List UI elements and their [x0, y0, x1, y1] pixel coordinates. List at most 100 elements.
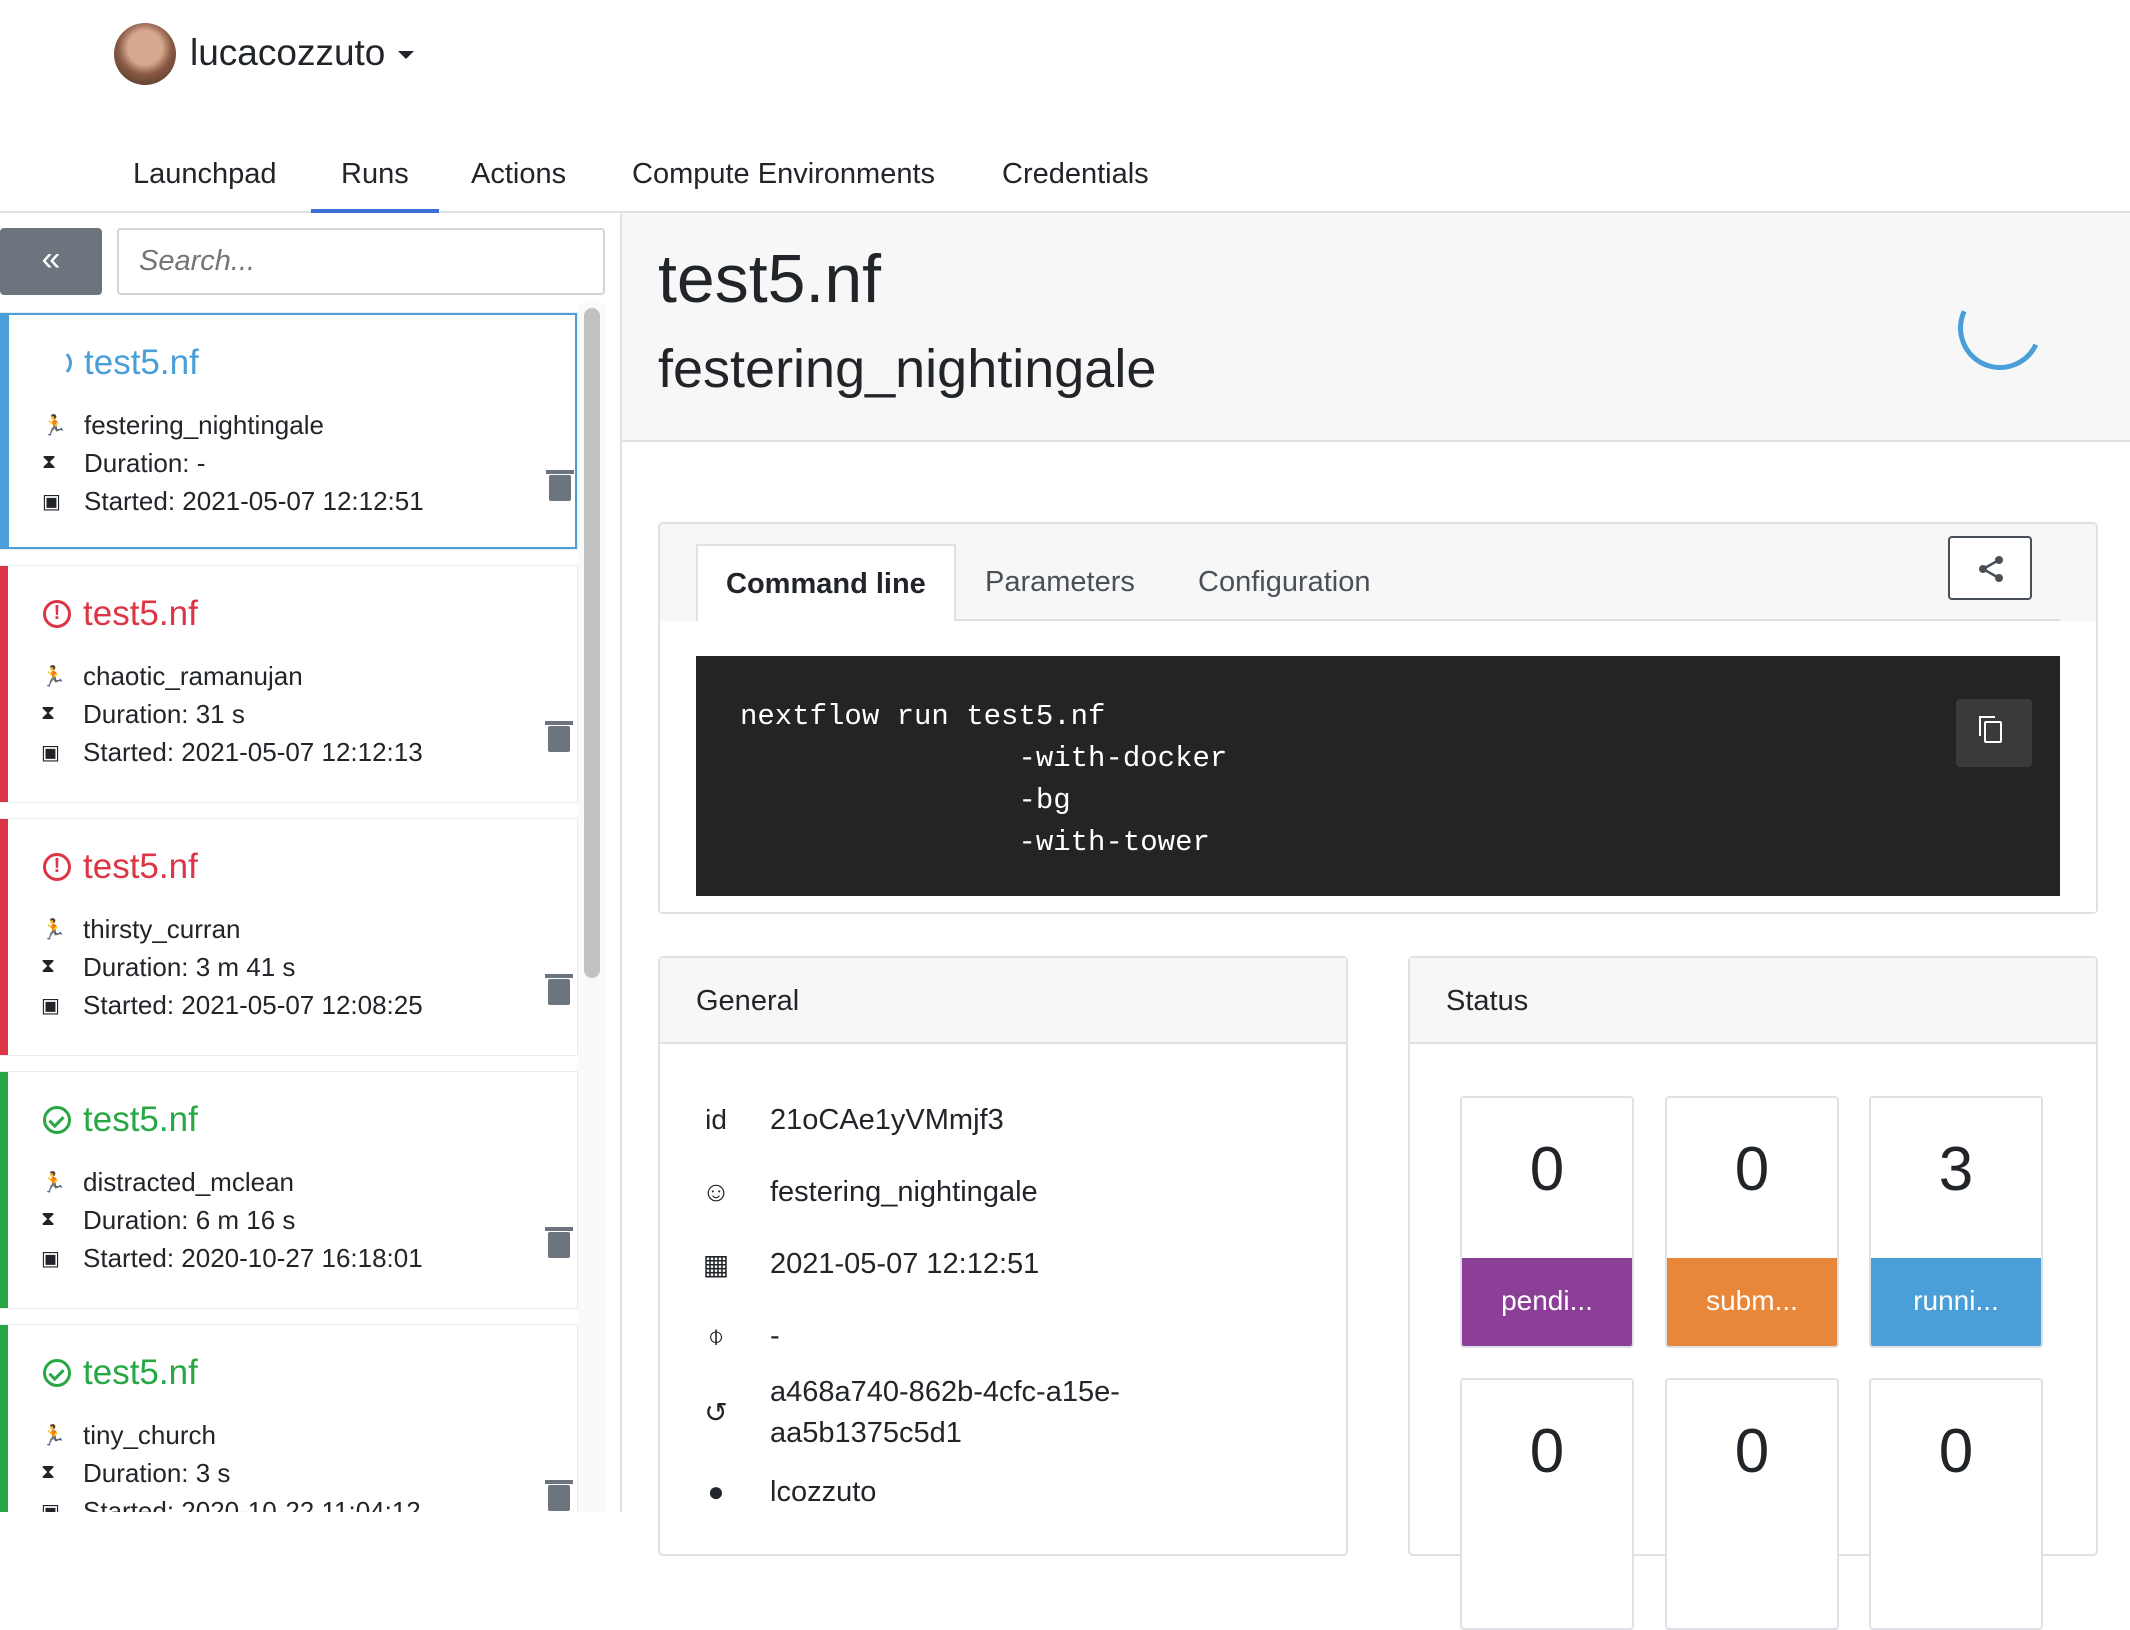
status-count: 0	[1529, 1135, 1565, 1204]
error-icon	[43, 600, 71, 628]
share-icon	[1979, 556, 2003, 582]
run-item[interactable]: test5.nf 🏃 festering_nightingale ⧗ Durat…	[0, 313, 577, 549]
status-label: pendi...	[1462, 1258, 1632, 1346]
run-name-subtitle: festering_nightingale	[658, 339, 1157, 399]
run-name: thirsty_curran	[83, 914, 241, 944]
check-circle-icon	[43, 1359, 71, 1387]
run-name-icon: 🏃	[41, 666, 66, 688]
run-id: 21oCAe1yVMmjf3	[770, 1104, 1004, 1136]
session-id-line2: aa5b1375c5d1	[770, 1417, 962, 1449]
run-title: test5.nf	[83, 847, 198, 886]
caret-down-icon[interactable]	[398, 51, 414, 59]
page-title: test5.nf	[658, 241, 882, 317]
collapse-sidebar-button[interactable]: «	[0, 228, 102, 295]
hourglass-icon: ⧗	[41, 1208, 56, 1230]
run-duration: Duration: 3 s	[83, 1458, 231, 1488]
run-title: test5.nf	[84, 343, 199, 382]
revision-value: -	[770, 1320, 780, 1352]
run-name-icon: 🏃	[42, 415, 67, 437]
tab-compute-environments[interactable]: Compute Environments	[632, 158, 935, 191]
check-circle-icon	[43, 1106, 71, 1134]
running-spinner-icon	[44, 349, 72, 377]
run-started: Started: 2021-05-07 12:12:51	[84, 486, 424, 516]
calendar-icon: ▣	[41, 742, 60, 764]
tab-launchpad[interactable]: Launchpad	[133, 158, 277, 191]
status-count: 0	[1734, 1417, 1770, 1486]
hourglass-icon: ⧗	[42, 451, 57, 473]
hourglass-icon: ⧗	[41, 955, 56, 977]
user-icon: ●	[707, 1476, 725, 1507]
run-started: Started: 2021-05-07 12:08:25	[83, 990, 423, 1020]
run-title: test5.nf	[83, 1100, 198, 1139]
search-input[interactable]	[117, 228, 605, 295]
top-bar: lucacozzuto	[0, 0, 2130, 110]
run-started: Started: 2021-05-07 12:12:13	[83, 737, 423, 767]
error-icon	[43, 853, 71, 881]
status-count: 0	[1734, 1135, 1770, 1204]
general-card-header: General	[660, 958, 1346, 1044]
status-count: 0	[1938, 1417, 1974, 1486]
run-name-icon: 🏃	[41, 1425, 66, 1447]
run-date: 2021-05-07 12:12:51	[770, 1248, 1040, 1280]
tab-command-line[interactable]: Command line	[696, 544, 956, 621]
tab-parameters[interactable]: Parameters	[985, 544, 1135, 621]
calendar-icon: ▣	[41, 995, 60, 1017]
history-icon: ↺	[704, 1397, 728, 1428]
hourglass-icon: ⧗	[41, 1461, 56, 1483]
run-title: test5.nf	[83, 1353, 198, 1392]
id-label: id	[705, 1104, 727, 1135]
tab-runs[interactable]: Runs	[311, 158, 439, 213]
status-count: 3	[1938, 1135, 1974, 1204]
run-name-icon: 🏃	[41, 1172, 66, 1194]
main-nav: Launchpad Runs Actions Compute Environme…	[0, 140, 2130, 213]
user-menu-name[interactable]: lucacozzuto	[190, 32, 385, 74]
status-failed: 0	[1869, 1378, 2043, 1630]
run-name-value: festering_nightingale	[770, 1176, 1038, 1208]
trash-icon[interactable]	[545, 974, 573, 1005]
run-started: Started: 2020-10-22 11:04:12	[83, 1496, 421, 1512]
run-duration: Duration: -	[84, 448, 206, 478]
scrollbar-thumb[interactable]	[584, 308, 600, 978]
status-pending: 0 pendi...	[1460, 1096, 1634, 1348]
status-count: 0	[1529, 1417, 1565, 1486]
run-duration: Duration: 6 m 16 s	[83, 1205, 296, 1235]
run-item[interactable]: test5.nf 🏃 tiny_church ⧗ Duration: 3 s ▣…	[0, 1325, 577, 1512]
run-started: Started: 2020-10-27 16:18:01	[83, 1243, 423, 1273]
trash-icon[interactable]	[545, 1227, 573, 1258]
share-button[interactable]	[1948, 536, 2032, 600]
hourglass-icon: ⧗	[41, 702, 56, 724]
run-name-icon: 🏃	[41, 919, 66, 941]
status-submitted: 0 subm...	[1665, 1096, 1839, 1348]
trash-icon[interactable]	[545, 1480, 573, 1511]
commit-icon: ⌽	[707, 1320, 725, 1351]
status-cached: 0	[1665, 1378, 1839, 1630]
tab-configuration[interactable]: Configuration	[1198, 544, 1371, 621]
calendar-icon: ▣	[41, 1248, 60, 1270]
user-value: lcozzuto	[770, 1476, 877, 1508]
copy-button[interactable]	[1956, 699, 2032, 767]
status-succeeded: 0	[1460, 1378, 1634, 1630]
run-title: test5.nf	[83, 594, 198, 633]
mask-icon: ☺	[701, 1176, 731, 1207]
trash-icon[interactable]	[546, 470, 574, 501]
general-card: General id 21oCAe1yVMmjf3 ☺ festering_ni…	[658, 956, 1348, 1556]
tab-actions[interactable]: Actions	[471, 158, 566, 191]
calendar-icon: ▣	[41, 1501, 60, 1512]
tab-credentials[interactable]: Credentials	[1002, 158, 1149, 191]
run-name: festering_nightingale	[84, 410, 324, 440]
runs-sidebar: « test5.nf 🏃 festering_nightingale ⧗ Dur…	[0, 213, 622, 1512]
status-label: runni...	[1871, 1258, 2041, 1346]
user-avatar[interactable]	[114, 23, 176, 85]
run-item[interactable]: test5.nf 🏃 thirsty_curran ⧗ Duration: 3 …	[0, 819, 577, 1055]
session-id-line1: a468a740-862b-4cfc-a15e-	[770, 1376, 1120, 1408]
status-running: 3 runni...	[1869, 1096, 2043, 1348]
run-name: chaotic_ramanujan	[83, 661, 303, 691]
run-item[interactable]: test5.nf 🏃 chaotic_ramanujan ⧗ Duration:…	[0, 566, 577, 802]
status-label: subm...	[1667, 1258, 1837, 1346]
run-item[interactable]: test5.nf 🏃 distracted_mclean ⧗ Duration:…	[0, 1072, 577, 1308]
run-duration: Duration: 31 s	[83, 699, 245, 729]
trash-icon[interactable]	[545, 721, 573, 752]
status-card-header: Status	[1410, 958, 2096, 1044]
calendar-icon: ▦	[702, 1249, 730, 1280]
run-name: distracted_mclean	[83, 1167, 294, 1197]
